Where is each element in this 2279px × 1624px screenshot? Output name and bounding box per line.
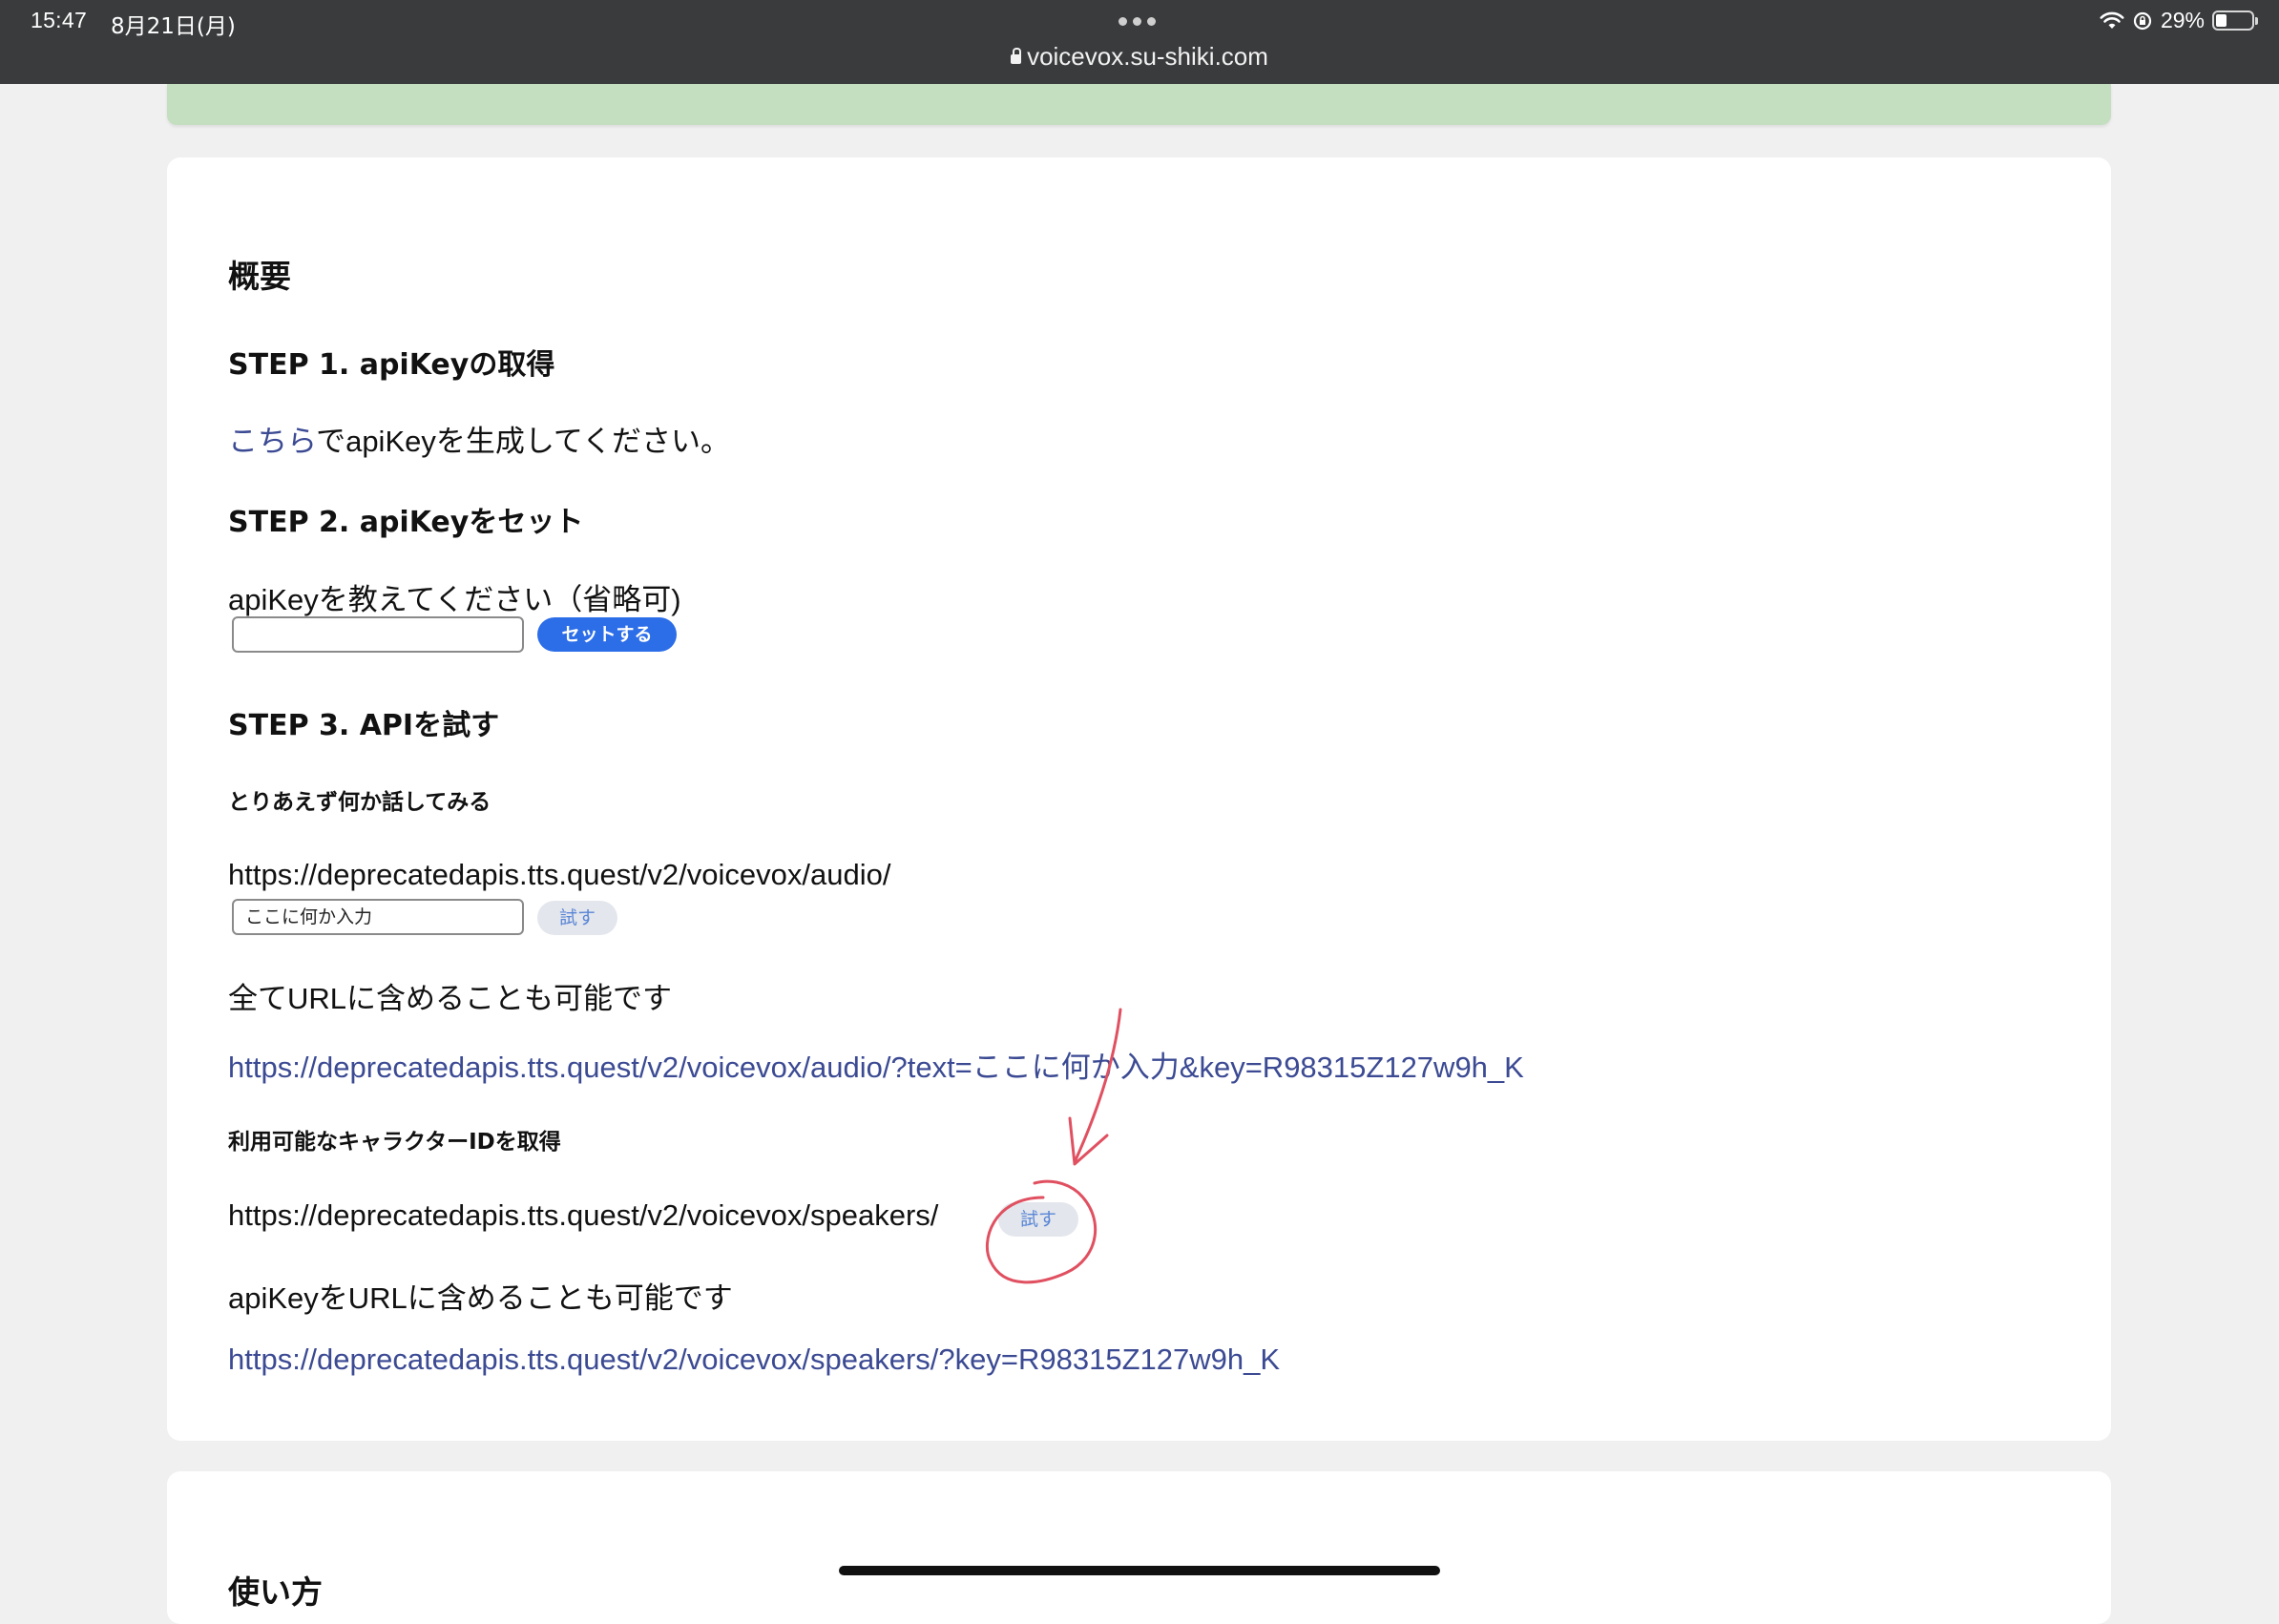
address-bar[interactable]: voicevox.su-shiki.com bbox=[0, 42, 2279, 72]
status-time: 15:47 bbox=[31, 8, 88, 32]
set-apikey-button[interactable]: セットする bbox=[537, 617, 677, 652]
battery-icon bbox=[2212, 10, 2258, 31]
notice-card bbox=[167, 84, 2111, 125]
overview-title: 概要 bbox=[228, 258, 291, 295]
step1-instruction: でapiKeyを生成してください。 bbox=[316, 425, 731, 458]
status-indicators: 29% bbox=[2100, 8, 2258, 33]
try-speakers-button[interactable]: 試す bbox=[998, 1202, 1078, 1237]
audio-endpoint: https://deprecatedapis.tts.quest/v2/voic… bbox=[228, 858, 891, 891]
apikey-input[interactable] bbox=[232, 616, 524, 653]
rotation-lock-icon bbox=[2133, 11, 2152, 30]
overview-card: 概要 STEP 1. apiKeyの取得 こちらでapiKeyを生成してください… bbox=[167, 157, 2111, 1441]
browser-status-bar: 15:47 8月21日(月) voicevox.su-shiki.com 29% bbox=[0, 0, 2279, 84]
talk-heading: とりあえず何か話してみる bbox=[228, 790, 491, 815]
usage-title: 使い方 bbox=[228, 1573, 323, 1611]
step1-heading: STEP 1. apiKeyの取得 bbox=[228, 348, 555, 382]
audio-url-note: 全てURLに含めることも可能です bbox=[228, 982, 673, 1015]
battery-percent: 29% bbox=[2160, 8, 2205, 32]
speakers-url-note: apiKeyをURLに含めることも可能です bbox=[228, 1281, 733, 1315]
apikey-prompt: apiKeyを教えてください（省略可) bbox=[228, 583, 681, 616]
audio-example-link[interactable]: https://deprecatedapis.tts.quest/v2/voic… bbox=[228, 1043, 1524, 1086]
home-indicator[interactable] bbox=[839, 1566, 1440, 1575]
wifi-icon bbox=[2100, 11, 2124, 29]
step3-heading: STEP 3. APIを試す bbox=[228, 709, 500, 742]
talk-text-input[interactable]: ここに何か入力 bbox=[232, 899, 524, 935]
lock-icon bbox=[1011, 48, 1022, 64]
status-date: 8月21日(月) bbox=[111, 14, 236, 39]
step1-text: こちらでapiKeyを生成してください。 bbox=[228, 417, 730, 460]
apikey-generate-link[interactable]: こちら bbox=[228, 425, 316, 458]
step2-heading: STEP 2. apiKeyをセット bbox=[228, 506, 584, 539]
speakers-heading: 利用可能なキャラクターIDを取得 bbox=[228, 1130, 561, 1155]
speakers-example-link[interactable]: https://deprecatedapis.tts.quest/v2/voic… bbox=[228, 1343, 1280, 1377]
usage-card: 使い方 bbox=[167, 1471, 2111, 1624]
try-audio-button[interactable]: 試す bbox=[537, 901, 617, 935]
speakers-endpoint: https://deprecatedapis.tts.quest/v2/voic… bbox=[228, 1198, 939, 1232]
url-text: voicevox.su-shiki.com bbox=[1027, 42, 1268, 71]
more-dots-icon[interactable] bbox=[1119, 17, 1156, 26]
